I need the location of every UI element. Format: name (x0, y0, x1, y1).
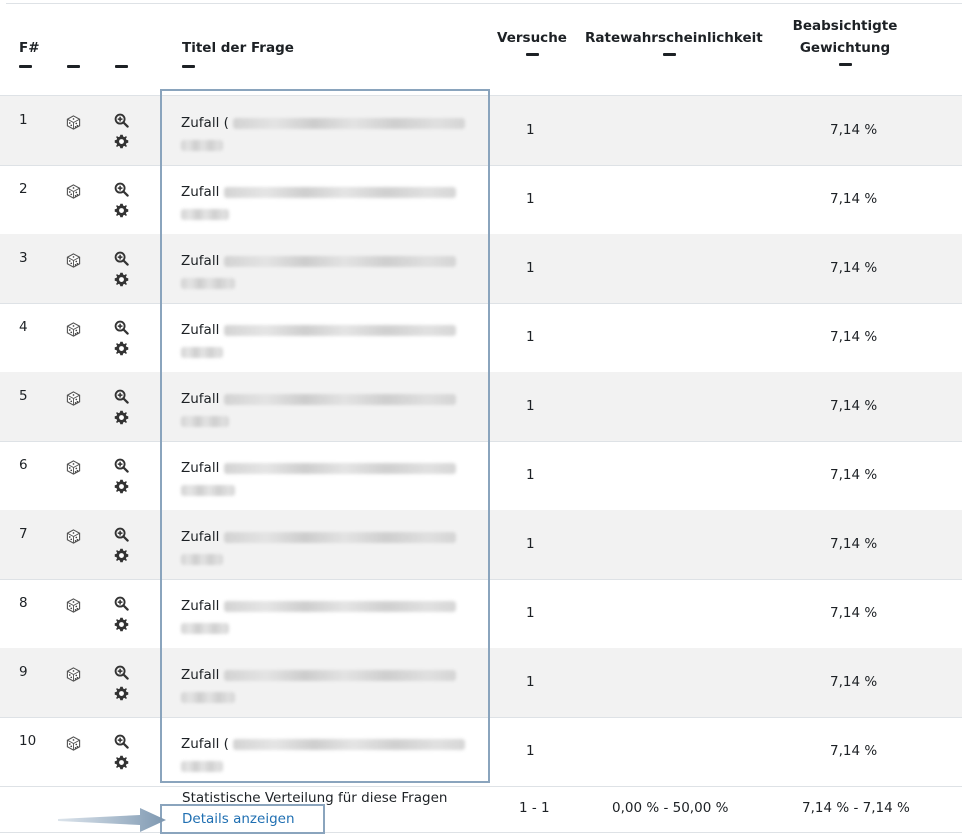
summary-weight-range: 7,14 % - 7,14 % (802, 800, 910, 816)
dice-icon (66, 115, 81, 130)
preview-icon[interactable] (114, 113, 130, 128)
summary-guess-range: 0,00 % - 50,00 % (612, 800, 729, 816)
slot-number: 4 (19, 319, 28, 335)
attempts-value: 1 (526, 329, 535, 345)
header-weight-label-2: Gewichtung (799, 40, 891, 56)
weight-value: 7,14 % (830, 329, 878, 345)
header-weight-label-1: Beabsichtigte (792, 18, 898, 34)
preview-icon[interactable] (114, 527, 130, 542)
gear-icon[interactable] (114, 479, 130, 494)
row-actions (114, 527, 130, 569)
weight-value: 7,14 % (830, 398, 878, 414)
header-title-label: Titel der Frage (182, 40, 294, 56)
sort-dash-icon[interactable] (182, 65, 195, 68)
dice-icon (66, 460, 81, 475)
gear-icon[interactable] (114, 617, 130, 632)
attempts-value: 1 (526, 605, 535, 621)
header-slot-label: F# (19, 40, 40, 56)
header-weight[interactable]: Beabsichtigte Gewichtung (790, 15, 900, 66)
row-actions (114, 320, 130, 362)
weight-value: 7,14 % (830, 743, 878, 759)
attempts-value: 1 (526, 398, 535, 414)
attempts-value: 1 (526, 260, 535, 276)
attempts-value: 1 (526, 122, 535, 138)
gear-icon[interactable] (114, 548, 130, 563)
row-actions (114, 596, 130, 638)
dice-icon (66, 598, 81, 613)
header-actions[interactable] (115, 59, 128, 68)
weight-value: 7,14 % (830, 467, 878, 483)
row-actions (114, 113, 130, 155)
row-actions (114, 734, 130, 776)
sort-dash-icon[interactable] (662, 53, 676, 56)
table-header: F# Titel der Frage Versuche Ratewahrsche… (0, 0, 962, 97)
slot-number: 6 (19, 457, 28, 473)
sort-dash-icon[interactable] (19, 65, 32, 68)
preview-icon[interactable] (114, 389, 130, 404)
sort-dash-icon[interactable] (838, 63, 852, 66)
highlight-frame (160, 89, 490, 783)
row-actions (114, 182, 130, 224)
header-attempts[interactable]: Versuche (497, 27, 567, 56)
gear-icon[interactable] (114, 203, 130, 218)
row-actions (114, 458, 130, 500)
attempts-value: 1 (526, 191, 535, 207)
preview-icon[interactable] (114, 734, 130, 749)
attempts-value: 1 (526, 743, 535, 759)
header-slot[interactable]: F# (19, 37, 40, 68)
row-actions (114, 251, 130, 293)
weight-value: 7,14 % (830, 674, 878, 690)
slot-number: 3 (19, 250, 28, 266)
dice-icon (66, 184, 81, 199)
gear-icon[interactable] (114, 410, 130, 425)
slot-number: 10 (19, 733, 37, 749)
sort-dash-icon[interactable] (115, 65, 128, 68)
preview-icon[interactable] (114, 458, 130, 473)
header-attempts-label: Versuche (497, 30, 567, 46)
attempts-value: 1 (526, 674, 535, 690)
gear-icon[interactable] (114, 272, 130, 287)
dice-icon (66, 391, 81, 406)
details-link[interactable]: Details anzeigen (160, 804, 325, 834)
gear-icon[interactable] (114, 686, 130, 701)
row-actions (114, 665, 130, 707)
header-guess[interactable]: Ratewahrscheinlichkeit (585, 27, 763, 56)
header-guess-label: Ratewahrscheinlichkeit (585, 30, 763, 46)
gear-icon[interactable] (114, 134, 130, 149)
slot-number: 9 (19, 664, 28, 680)
dice-icon (66, 529, 81, 544)
weight-value: 7,14 % (830, 191, 878, 207)
preview-icon[interactable] (114, 596, 130, 611)
dice-icon (66, 253, 81, 268)
attempts-value: 1 (526, 536, 535, 552)
row-actions (114, 389, 130, 431)
gear-icon[interactable] (114, 341, 130, 356)
weight-value: 7,14 % (830, 260, 878, 276)
slot-number: 7 (19, 526, 28, 542)
weight-value: 7,14 % (830, 536, 878, 552)
dice-icon (66, 736, 81, 751)
dice-icon (66, 667, 81, 682)
slot-number: 5 (19, 388, 28, 404)
slot-number: 2 (19, 181, 28, 197)
preview-icon[interactable] (114, 182, 130, 197)
sort-dash-icon[interactable] (67, 65, 80, 68)
preview-icon[interactable] (114, 320, 130, 335)
gear-icon[interactable] (114, 755, 130, 770)
sort-dash-icon[interactable] (525, 53, 539, 56)
slot-number: 8 (19, 595, 28, 611)
summary-attempts-range: 1 - 1 (519, 800, 550, 816)
attempts-value: 1 (526, 467, 535, 483)
preview-icon[interactable] (114, 665, 130, 680)
slot-number: 1 (19, 112, 28, 128)
header-type[interactable] (67, 59, 80, 68)
callout-arrow-icon (58, 808, 166, 832)
weight-value: 7,14 % (830, 605, 878, 621)
dice-icon (66, 322, 81, 337)
header-title[interactable]: Titel der Frage (182, 37, 294, 68)
weight-value: 7,14 % (830, 122, 878, 138)
preview-icon[interactable] (114, 251, 130, 266)
